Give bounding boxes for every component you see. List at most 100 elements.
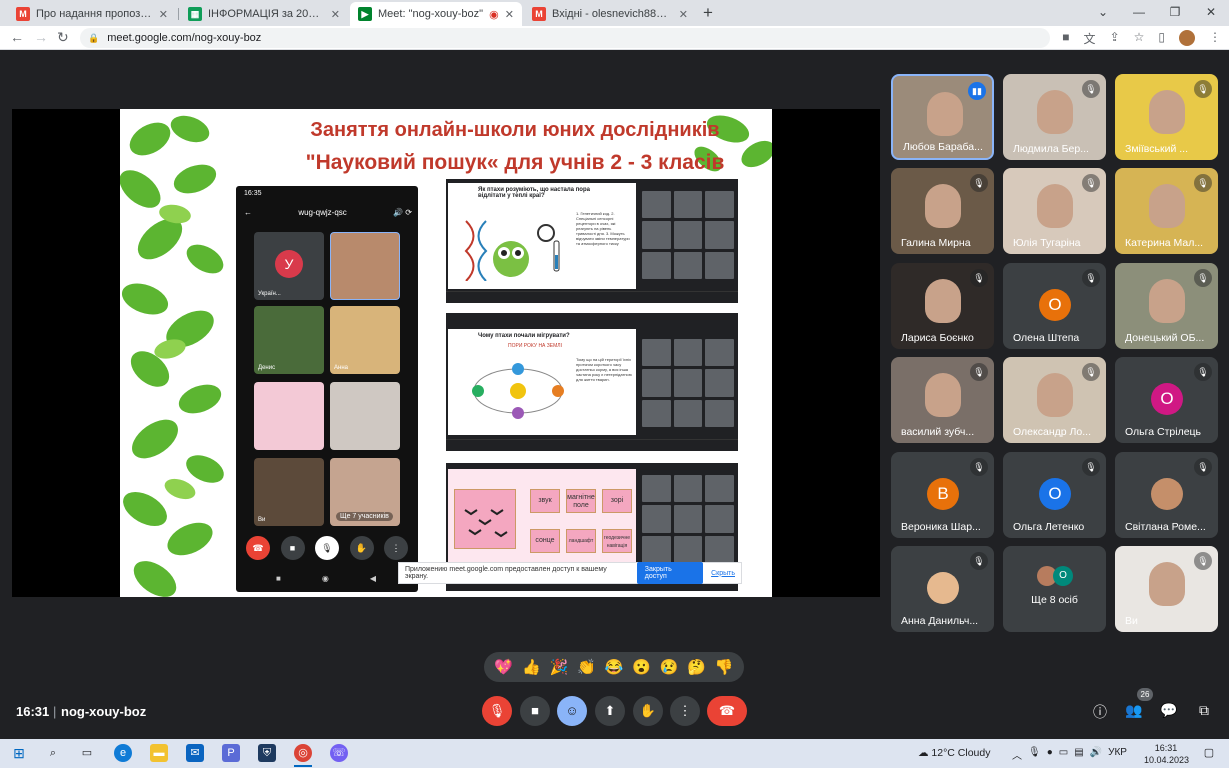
participant-tile[interactable]: 🎙 Людмила Бер... <box>1003 74 1106 160</box>
participant-tile[interactable]: 🎙 Донецький ОБ... <box>1115 263 1218 349</box>
profile-avatar[interactable] <box>1179 30 1195 46</box>
close-window-icon[interactable]: ✕ <box>1193 0 1229 26</box>
volume-icon[interactable]: 🔊 <box>1090 747 1102 762</box>
chat-icon[interactable]: 💬 <box>1159 702 1179 720</box>
viber-icon[interactable]: ☏ <box>330 744 348 762</box>
close-icon[interactable]: ✕ <box>679 8 688 21</box>
more-options-button[interactable]: ⋮ <box>670 696 700 726</box>
edge-icon[interactable]: e <box>114 744 132 762</box>
taskbar-clock[interactable]: 16:31 10.04.2023 <box>1144 742 1190 766</box>
tab-meet[interactable]: ▶ Meet: "nog-xouy-boz" ◉ ✕ <box>350 2 522 26</box>
windows-start-icon[interactable]: ⊞ <box>10 744 28 762</box>
activities-icon[interactable]: ⧉ <box>1194 702 1214 720</box>
participant-tile[interactable]: ▮▮ Любов Бараба... <box>891 74 994 160</box>
clock-date: 10.04.2023 <box>1144 755 1190 765</box>
participant-name: Любов Бараба... <box>903 141 983 153</box>
phone-tile-name: Денис <box>258 365 276 371</box>
file-explorer-icon[interactable]: ▬ <box>150 744 168 762</box>
lock-icon[interactable]: 🔒 <box>88 33 99 44</box>
reaction-thinking[interactable]: 🤔 <box>687 658 706 676</box>
more-participants-label: Ще 8 осіб <box>1031 594 1078 606</box>
battery-icon[interactable]: ▭ <box>1059 747 1068 762</box>
restore-icon[interactable]: ❐ <box>1157 0 1193 26</box>
mic-off-icon: 🎙 <box>1194 174 1212 192</box>
hand-icon: ✋ <box>639 703 657 718</box>
participant-video <box>1037 184 1073 228</box>
url-field[interactable]: 🔒 meet.google.com/nog-xouy-boz <box>80 28 1050 48</box>
reaction-clap[interactable]: 👏 <box>577 658 596 676</box>
reaction-thumbs-up[interactable]: 👍 <box>522 658 541 676</box>
language-indicator[interactable]: УКР <box>1108 747 1127 762</box>
reaction-sad[interactable]: 😢 <box>660 658 679 676</box>
reaction-party[interactable]: 🎉 <box>550 658 569 676</box>
reactions-button[interactable]: ☺ <box>557 696 587 726</box>
participant-tile[interactable]: 🎙 Ви <box>1115 546 1218 632</box>
tab-gmail-inbox[interactable]: M Вхідні - olesnevich88a@gmail.co ✕ <box>524 2 696 26</box>
camera-button[interactable]: ■ <box>520 696 550 726</box>
mic-off-button[interactable]: 🎙 <box>482 696 512 726</box>
mail-icon[interactable]: ✉ <box>186 744 204 762</box>
task-view-icon[interactable]: ▭ <box>78 744 96 762</box>
weather-widget[interactable]: ☁ 12°C Cloudy <box>918 747 990 759</box>
participant-tile[interactable]: 🎙 Олександр Ло... <box>1003 357 1106 443</box>
menu-dots-icon[interactable]: ⋮ <box>1209 30 1221 47</box>
close-icon[interactable]: ✕ <box>331 8 340 21</box>
reload-icon[interactable]: ↻ <box>57 29 69 46</box>
forward-icon[interactable]: → <box>34 29 48 45</box>
recording-icon: ◉ <box>489 8 499 21</box>
mic-icon[interactable]: 🎙 <box>1028 747 1041 762</box>
phone-status-time: 16:35 <box>244 190 262 197</box>
back-icon[interactable]: ← <box>10 29 24 45</box>
reaction-thumbs-down[interactable]: 👎 <box>715 658 734 676</box>
people-icon[interactable]: 👥 <box>1124 702 1144 720</box>
reaction-laugh[interactable]: 😂 <box>605 658 624 676</box>
tab-gmail-proposals[interactable]: M Про надання пропозицій 10.04 ✕ <box>8 2 176 26</box>
participant-tile[interactable]: 🎙 Зміївський ... <box>1115 74 1218 160</box>
close-icon[interactable]: ✕ <box>159 8 168 21</box>
search-icon[interactable]: ⌕ <box>44 744 62 762</box>
participant-tile[interactable]: 🎙 василий зубч... <box>891 357 994 443</box>
phone-nav: ■ ◉ ◀ <box>276 574 376 583</box>
participant-tile[interactable]: О 🎙 Ольга Стрілець <box>1115 357 1218 443</box>
participant-tile[interactable]: 🎙 Катерина Мал... <box>1115 168 1218 254</box>
p-app-icon[interactable]: P <box>222 744 240 762</box>
tab-sheets-info[interactable]: ▦ ІНФОРМАЦІЯ за 2023 - Google ✕ <box>180 2 348 26</box>
tab-title: Про надання пропозицій 10.04 <box>36 8 153 20</box>
participant-tile[interactable]: О 🎙 Ольга Летенко <box>1003 452 1106 538</box>
leave-call-button[interactable]: ☎ <box>707 696 747 726</box>
side-panel-icon[interactable]: ▯ <box>1158 30 1165 47</box>
hand-icon: ✋ <box>349 536 374 560</box>
defender-icon[interactable]: ⛨ <box>258 744 276 762</box>
participant-tile[interactable]: 🎙 Лариса Боєнко <box>891 263 994 349</box>
new-tab-button[interactable]: + <box>703 3 713 23</box>
minimize-icon[interactable]: — <box>1121 0 1157 26</box>
network-icon[interactable]: ▤ <box>1074 747 1083 762</box>
reaction-surprised[interactable]: 😮 <box>632 658 651 676</box>
phone-tile: Ще 7 учасників <box>330 458 400 526</box>
chevron-up-icon[interactable]: ︿ <box>1012 747 1022 762</box>
info-icon[interactable]: ⓘ <box>1090 702 1110 720</box>
raise-hand-button[interactable]: ✋ <box>633 696 663 726</box>
location-icon[interactable]: ● <box>1047 747 1053 762</box>
participant-tile[interactable]: 🎙 Анна Данильч... <box>891 546 994 632</box>
tab-search-icon[interactable]: ⌄ <box>1085 0 1121 26</box>
share-icon[interactable]: ⇪ <box>1110 30 1120 47</box>
participant-tile[interactable]: В 🎙 Вероника Шар... <box>891 452 994 538</box>
participant-tile[interactable]: 🎙 Юлія Тугаріна <box>1003 168 1106 254</box>
translate-icon[interactable]: 文 <box>1084 30 1096 47</box>
stop-sharing-button[interactable]: Закрыть доступ <box>636 562 704 584</box>
participant-tile[interactable]: О 🎙 Олена Штепа <box>1003 263 1106 349</box>
close-icon[interactable]: ✕ <box>505 8 514 21</box>
notifications-icon[interactable]: ▢ <box>1200 744 1218 762</box>
chrome-icon[interactable]: ◎ <box>294 744 312 762</box>
bookmark-star-icon[interactable]: ☆ <box>1134 30 1145 47</box>
speaker-icon: 🔊 ⟳ <box>393 208 412 217</box>
participant-tile[interactable]: 🎙 Світлана Роме... <box>1115 452 1218 538</box>
reaction-heart[interactable]: 💖 <box>494 658 513 676</box>
participant-tile[interactable]: О Ще 8 осіб <box>1003 546 1106 632</box>
present-button[interactable]: ⬆ <box>595 696 625 726</box>
camera-icon[interactable]: ■ <box>1062 30 1069 47</box>
participant-tile[interactable]: 🎙 Галина Мирна <box>891 168 994 254</box>
hide-notice-link[interactable]: Скрыть <box>711 570 735 577</box>
avatar: У <box>275 250 303 278</box>
